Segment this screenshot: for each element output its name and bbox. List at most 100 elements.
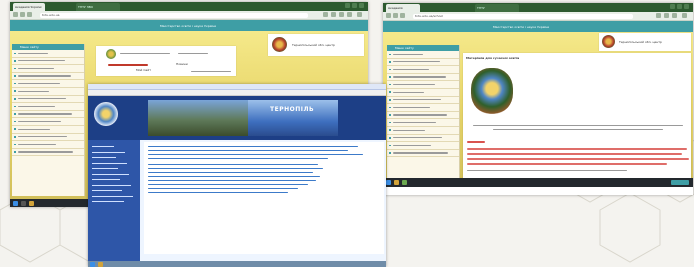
center-text-2: Новини — [176, 62, 188, 66]
old-site-header: ТЕРНОПІЛЬ — [88, 96, 386, 140]
menu-icon[interactable] — [682, 13, 687, 18]
app-icon[interactable] — [29, 200, 34, 206]
school-emblem-icon — [471, 68, 513, 114]
taskbar — [88, 261, 386, 267]
start-icon[interactable] — [13, 200, 18, 206]
sidebar-item-2[interactable] — [12, 65, 84, 73]
sidebar-item-6[interactable] — [12, 96, 84, 104]
extension-icon[interactable] — [339, 12, 344, 17]
app-icon[interactable] — [98, 261, 103, 267]
tab-1[interactable]: Академія — [386, 4, 420, 12]
maximize-icon[interactable] — [352, 3, 357, 8]
sidebar-item-4[interactable] — [12, 80, 84, 88]
reload-icon[interactable] — [27, 12, 32, 17]
start-icon[interactable] — [90, 261, 95, 267]
tab-2[interactable]: ТНТУ ЗВО — [76, 3, 120, 11]
minimize-icon[interactable] — [345, 3, 350, 8]
sidebar-item-3[interactable] — [12, 73, 84, 81]
bookmark-icon[interactable] — [672, 13, 677, 18]
old-nav-item-7[interactable] — [92, 184, 131, 186]
extension-icon[interactable] — [664, 13, 669, 18]
close-icon[interactable] — [684, 4, 689, 9]
old-site-nav — [88, 140, 140, 267]
url-field[interactable]: tntu.edu.ua/school — [413, 13, 633, 19]
start-icon[interactable] — [386, 179, 391, 185]
old-nav-item-1[interactable] — [92, 151, 125, 153]
sidebar-item-0[interactable] — [387, 51, 459, 59]
app-icon[interactable] — [402, 179, 407, 185]
reload-icon[interactable] — [400, 13, 405, 18]
sidebar-item-12[interactable] — [12, 141, 84, 149]
sidebar-item-7[interactable] — [387, 104, 459, 112]
minimize-icon[interactable] — [670, 4, 675, 9]
school-logo-icon — [94, 102, 118, 126]
sidebar-item-13[interactable] — [387, 150, 459, 158]
school-emblem-icon — [106, 49, 116, 59]
sidebar-item-9[interactable] — [387, 119, 459, 127]
sidebar-item-11[interactable] — [387, 135, 459, 143]
tab-bar: Академія ТНТУ — [383, 3, 693, 12]
sidebar-item-10[interactable] — [387, 127, 459, 135]
content-panel: Матеріали для сучасної освіти — [463, 53, 691, 185]
sidebar-item-0[interactable] — [12, 50, 84, 58]
sidebar-item-11[interactable] — [12, 134, 84, 142]
old-nav-item-9[interactable] — [92, 195, 133, 197]
bookmark-icon[interactable] — [347, 12, 352, 17]
app-icon[interactable] — [394, 179, 399, 185]
tab-1[interactable]: Академія Україні — [13, 3, 45, 11]
sidebar-item-9[interactable] — [12, 118, 84, 126]
address-bar: tntu.edu.ua/school — [383, 12, 693, 21]
back-icon[interactable] — [386, 13, 391, 18]
sidebar-item-1[interactable] — [387, 59, 459, 67]
old-nav-item-5[interactable] — [92, 173, 129, 175]
site-header-right: Тернопільський обл. центр — [268, 34, 364, 56]
sidebar-item-2[interactable] — [387, 66, 459, 74]
center-text-1: Мой Сайт — [136, 68, 151, 72]
maximize-icon[interactable] — [677, 4, 682, 9]
banner-photo-right: ТЕРНОПІЛЬ — [248, 100, 338, 136]
search-icon[interactable] — [21, 200, 26, 206]
site-logo-panel: Мой Сайт Новини — [96, 46, 236, 76]
close-icon[interactable] — [359, 3, 364, 8]
url-field[interactable]: tntu.edu.ua — [40, 12, 308, 18]
sidebar-item-3[interactable] — [387, 74, 459, 82]
forward-icon[interactable] — [20, 12, 25, 17]
old-nav-item-6[interactable] — [92, 179, 120, 180]
notification-button[interactable] — [671, 179, 689, 185]
old-nav-item-0[interactable] — [92, 146, 114, 147]
menu-icon[interactable] — [357, 12, 362, 17]
tab-2[interactable]: ТНТУ — [475, 4, 519, 12]
header-right-text: Тернопільський обл. центр — [619, 40, 662, 44]
sidebar-item-10[interactable] — [12, 126, 84, 134]
sidebar: Меню сайту — [387, 45, 460, 185]
address-bar: tntu.edu.ua — [10, 11, 368, 20]
extension-icon[interactable] — [656, 13, 661, 18]
sidebar-item-13[interactable] — [12, 149, 84, 157]
old-nav-item-3[interactable] — [92, 162, 127, 164]
sidebar-item-4[interactable] — [387, 81, 459, 89]
banner-title: ТЕРНОПІЛЬ — [270, 106, 315, 113]
sidebar-item-8[interactable] — [12, 111, 84, 119]
taskbar — [383, 178, 693, 187]
old-nav-item-10[interactable] — [92, 201, 124, 202]
site-header-text: Міністерство освіти і науки України — [160, 24, 217, 28]
old-nav-item-8[interactable] — [92, 190, 122, 191]
old-nav-item-4[interactable] — [92, 168, 118, 169]
sidebar-item-5[interactable] — [12, 88, 84, 96]
extension-icon[interactable] — [331, 12, 336, 17]
sidebar: Меню сайту — [12, 44, 85, 196]
back-icon[interactable] — [13, 12, 18, 17]
sidebar-item-1[interactable] — [12, 58, 84, 66]
sidebar-item-5[interactable] — [387, 89, 459, 97]
header-right-text: Тернопільський обл. центр — [292, 43, 335, 47]
content-title: Матеріали для сучасної освіти — [466, 56, 520, 60]
extension-icon[interactable] — [323, 12, 328, 17]
sidebar-item-12[interactable] — [387, 142, 459, 150]
forward-icon[interactable] — [393, 13, 398, 18]
old-nav-item-2[interactable] — [92, 157, 116, 158]
sidebar-item-8[interactable] — [387, 112, 459, 120]
sidebar-item-7[interactable] — [12, 103, 84, 111]
coat-of-arms-icon — [602, 35, 615, 48]
right-browser-window: Академія ТНТУ tntu.edu.ua/school Міністе… — [383, 3, 693, 195]
sidebar-item-6[interactable] — [387, 97, 459, 105]
